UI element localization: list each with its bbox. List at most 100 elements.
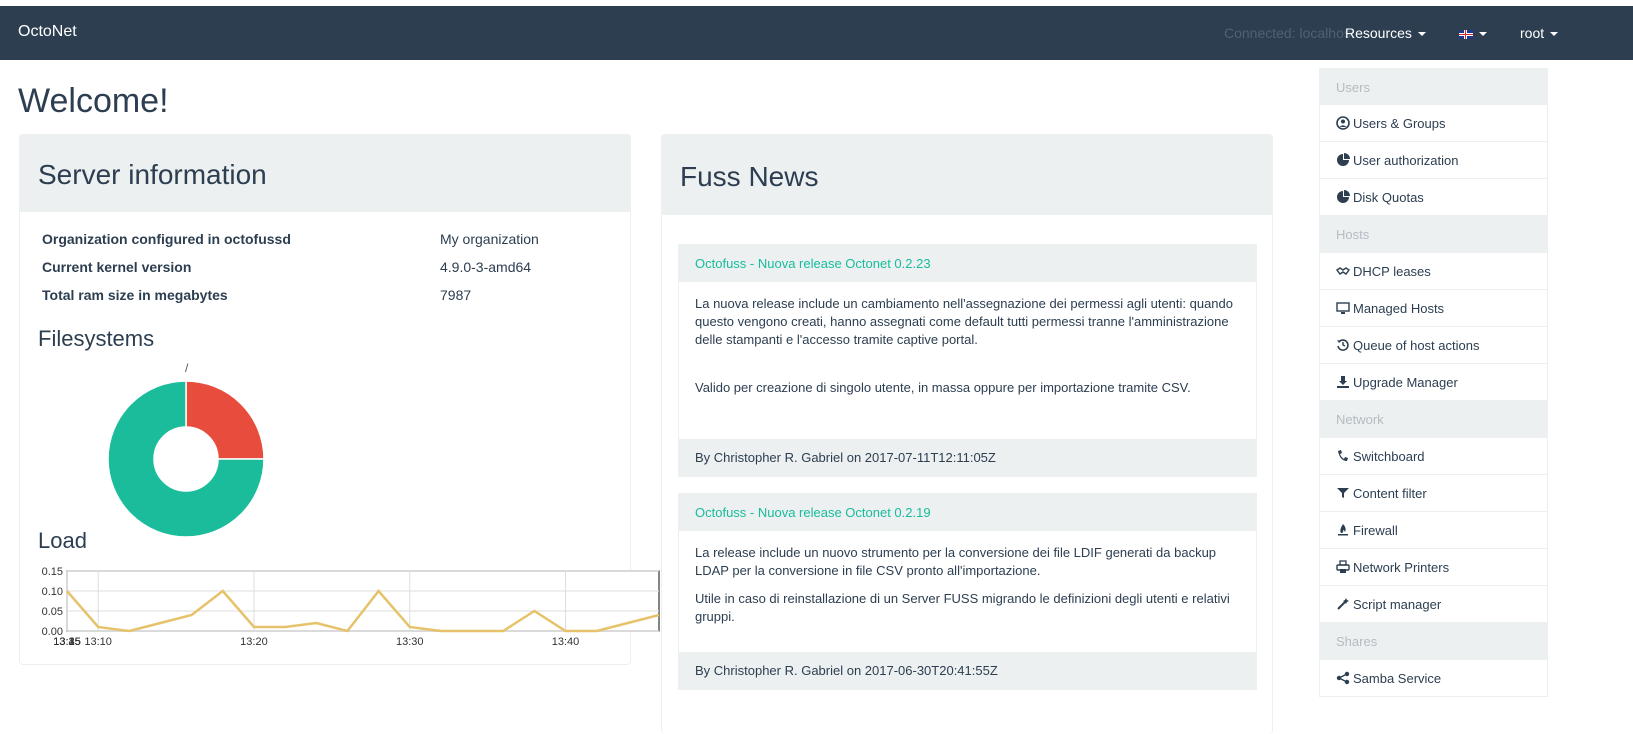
sidebar-item-firewall[interactable]: Firewall bbox=[1319, 512, 1548, 549]
section-label: Shares bbox=[1336, 634, 1378, 649]
filesystem-donut-chart bbox=[107, 380, 265, 538]
info-key: Current kernel version bbox=[42, 259, 192, 275]
fuss-news-panel: Fuss News Octofuss - Nuova release Octon… bbox=[661, 134, 1273, 734]
server-information-title: Server information bbox=[38, 159, 267, 190]
y-tick-label: 0.15 bbox=[42, 566, 63, 578]
filter-icon bbox=[1337, 488, 1349, 498]
connection-status: Connected: localhost bbox=[1224, 25, 1355, 41]
download-icon bbox=[1337, 376, 1349, 388]
resources-menu[interactable]: Resources bbox=[1345, 25, 1426, 41]
pie-chart-icon bbox=[1337, 190, 1350, 203]
news-item-header: Octofuss - Nuova release Octonet 0.2.19 bbox=[679, 494, 1256, 531]
user-circle-icon bbox=[1336, 116, 1350, 130]
uk-flag-icon bbox=[1459, 29, 1473, 39]
sidebar-item-label: Network Printers bbox=[1353, 560, 1450, 575]
info-row: Total ram size in megabytes 7987 bbox=[42, 287, 602, 307]
chart-frame bbox=[66, 570, 660, 632]
sidebar-item-script-manager[interactable]: Script manager bbox=[1319, 586, 1548, 623]
load-title: Load bbox=[38, 528, 87, 553]
sidebar-item-upgrade-manager[interactable]: Upgrade Manager bbox=[1319, 364, 1548, 401]
news-paragraph: Utile in caso di reinstallazione di un S… bbox=[695, 591, 1230, 624]
sidebar-section-network: Network bbox=[1319, 401, 1548, 438]
sidebar-item-label: Disk Quotas bbox=[1353, 190, 1424, 205]
news-author: By Christopher R. Gabriel on 2017-07-11T… bbox=[695, 450, 996, 465]
chevron-down-icon bbox=[1417, 32, 1426, 37]
info-value: 7987 bbox=[440, 287, 472, 303]
sidebar-item-label: Queue of host actions bbox=[1353, 338, 1480, 353]
sidebar-section-users: Users bbox=[1319, 68, 1548, 105]
x-tick-label: 13:10 bbox=[84, 636, 112, 648]
fuss-news-title: Fuss News bbox=[680, 161, 819, 192]
sidebar-section-shares: Shares bbox=[1319, 623, 1548, 660]
info-key: Organization configured in octofussd bbox=[42, 231, 291, 247]
info-key: Total ram size in megabytes bbox=[42, 287, 228, 303]
sidebar-item-disk-quotas[interactable]: Disk Quotas bbox=[1319, 179, 1548, 216]
news-item: Octofuss - Nuova release Octonet 0.2.19 … bbox=[678, 493, 1257, 690]
brand-logo[interactable]: OctoNet bbox=[18, 23, 77, 41]
history-icon bbox=[1337, 339, 1349, 351]
sidebar-menu: Users Users & Groups User authorization … bbox=[1319, 68, 1548, 697]
x-tick-label: 13:45 bbox=[53, 636, 81, 648]
sidebar-item-label: User authorization bbox=[1353, 153, 1459, 168]
info-row: Organization configured in octofussd My … bbox=[42, 231, 602, 251]
sidebar-item-dhcp-leases[interactable]: DHCP leases bbox=[1319, 253, 1548, 290]
donut-slice-used bbox=[185, 380, 265, 460]
x-tick-label: 13:30 bbox=[396, 636, 424, 648]
desktop-icon bbox=[1336, 302, 1350, 314]
sidebar-item-queue-host-actions[interactable]: Queue of host actions bbox=[1319, 327, 1548, 364]
y-tick-label: 0.05 bbox=[42, 606, 63, 618]
panel-header: Server information bbox=[20, 135, 630, 212]
top-navbar: OctoNet Connected: localhost Resources r… bbox=[0, 6, 1633, 60]
printer-icon bbox=[1336, 560, 1350, 573]
pie-chart-icon bbox=[1337, 153, 1350, 166]
sidebar-item-label: Upgrade Manager bbox=[1353, 375, 1458, 390]
server-information-panel: Server information Organization configur… bbox=[19, 134, 660, 665]
news-paragraph: Valido per creazione di singolo utente, … bbox=[695, 380, 1191, 395]
news-item: Octofuss - Nuova release Octonet 0.2.23 … bbox=[678, 244, 1257, 477]
user-label: root bbox=[1520, 25, 1545, 41]
filesystem-label: / bbox=[185, 361, 189, 375]
sidebar-item-switchboard[interactable]: Switchboard bbox=[1319, 438, 1548, 475]
sidebar-item-network-printers[interactable]: Network Printers bbox=[1319, 549, 1548, 586]
section-label: Users bbox=[1336, 80, 1370, 95]
news-paragraph: La nuova release include un cambiamento … bbox=[695, 296, 1234, 347]
page-title: Welcome! bbox=[18, 82, 169, 120]
load-line-chart: 0.000.050.100.1513:1013:15 13:2013:25 13:3… bbox=[42, 566, 660, 648]
resources-label: Resources bbox=[1345, 25, 1412, 41]
chevron-down-icon bbox=[1479, 32, 1487, 37]
sidebar-item-user-authorization[interactable]: User authorization bbox=[1319, 142, 1548, 179]
info-value: 4.9.0-3-amd64 bbox=[440, 259, 532, 275]
sidebar-item-content-filter[interactable]: Content filter bbox=[1319, 475, 1548, 512]
language-menu[interactable] bbox=[1459, 25, 1487, 41]
x-tick-label: 13:20 bbox=[240, 636, 268, 648]
handshake-icon bbox=[1336, 267, 1350, 275]
news-paragraph: La release include un nuovo strumento pe… bbox=[695, 545, 1217, 578]
news-title-link[interactable]: Octofuss - Nuova release Octonet 0.2.23 bbox=[695, 256, 931, 271]
share-icon bbox=[1336, 671, 1350, 685]
sidebar-item-label: Content filter bbox=[1353, 486, 1427, 501]
sidebar-item-label: Script manager bbox=[1353, 597, 1442, 612]
y-tick-label: 0.10 bbox=[42, 586, 63, 598]
sidebar-item-label: Firewall bbox=[1353, 523, 1398, 538]
news-item-header: Octofuss - Nuova release Octonet 0.2.23 bbox=[679, 245, 1256, 282]
news-footer: By Christopher R. Gabriel on 2017-07-11T… bbox=[679, 439, 1256, 476]
sidebar-item-users-groups[interactable]: Users & Groups bbox=[1319, 105, 1548, 142]
sidebar-item-label: DHCP leases bbox=[1353, 264, 1431, 279]
sidebar-item-label: Samba Service bbox=[1353, 671, 1442, 686]
news-author: By Christopher R. Gabriel on 2017-06-30T… bbox=[695, 663, 998, 678]
filesystems-title: Filesystems bbox=[38, 326, 155, 351]
info-value: My organization bbox=[440, 231, 539, 247]
x-tick-label: 13:40 bbox=[552, 636, 580, 648]
panel-header: Fuss News bbox=[662, 135, 1272, 215]
news-title-link[interactable]: Octofuss - Nuova release Octonet 0.2.19 bbox=[695, 505, 931, 520]
news-footer: By Christopher R. Gabriel on 2017-06-30T… bbox=[679, 652, 1256, 689]
user-menu[interactable]: root bbox=[1520, 25, 1559, 41]
sidebar-item-label: Switchboard bbox=[1353, 449, 1425, 464]
section-label: Hosts bbox=[1336, 227, 1370, 242]
sidebar-item-samba-service[interactable]: Samba Service bbox=[1319, 660, 1548, 697]
magic-wand-icon bbox=[1337, 598, 1349, 610]
sidebar-section-hosts: Hosts bbox=[1319, 216, 1548, 253]
phone-icon bbox=[1338, 450, 1348, 461]
chevron-down-icon bbox=[1550, 32, 1559, 37]
sidebar-item-managed-hosts[interactable]: Managed Hosts bbox=[1319, 290, 1548, 327]
